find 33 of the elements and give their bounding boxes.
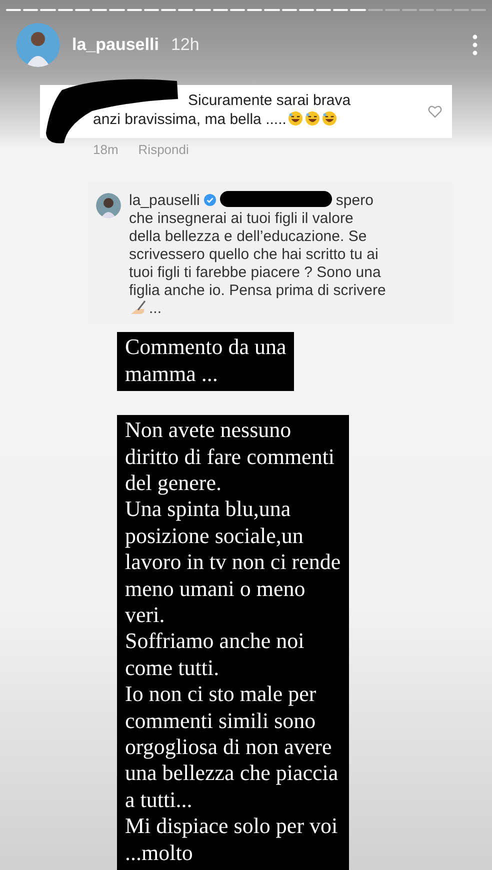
caption-line: Soffriamo anche noi <box>125 628 306 655</box>
writing-hand-icon <box>129 300 147 316</box>
caption-line: Io non ci sto male per <box>125 681 318 708</box>
comment-text: Sicuramente sarai brava anzi bravissima, ma bella ..... <box>93 91 352 130</box>
reply-link[interactable]: Rispondi <box>138 142 189 158</box>
caption-line: Mi dispiace solo per voi <box>125 813 339 840</box>
caption-line: Non avete nessuno <box>125 417 292 444</box>
comment-time: 18m <box>93 142 118 158</box>
caption-line: orgogliosa di non avere <box>125 734 333 760</box>
heart-icon[interactable] <box>428 105 442 118</box>
laughing-face-icon <box>305 111 320 126</box>
more-icon[interactable] <box>472 34 478 56</box>
caption-line: Commento da una <box>125 334 286 361</box>
post-time: 12h <box>170 35 200 55</box>
caption-line: ...molto <box>125 840 194 866</box>
caption-line: diritto di fare commenti <box>125 444 336 470</box>
caption-line: del genere. <box>125 470 222 496</box>
caption-line: a tutti... <box>125 786 194 814</box>
laughing-face-icon <box>288 111 304 126</box>
caption-line: commenti simili sono <box>125 708 317 734</box>
caption-line: veri. <box>125 602 166 628</box>
caption-line: Una spinta blu,una <box>125 496 292 523</box>
avatar[interactable] <box>96 193 121 218</box>
caption-line: meno umani o meno <box>125 576 306 602</box>
caption-line: una bellezza che piaccia <box>125 760 340 787</box>
caption-line: come tutti. <box>125 654 220 682</box>
avatar[interactable] <box>16 23 60 67</box>
caption-line: mamma ... <box>125 360 219 388</box>
caption-line: lavoro in tv non ci rende <box>125 549 341 576</box>
reply-text: la_pauselli spero che insegnerai ai tuoi figli il valore della bellezza e dell’educazione. Se scrivessero quello che hai scritto tu ai tuoi figli ti farebbe piacere ? Sono una figlia anche io. Pensa prima di scrivere ... <box>129 191 387 318</box>
laughing-face-icon <box>322 111 338 126</box>
caption-line: posizione sociale,un <box>125 522 304 550</box>
username[interactable]: la_pauselli <box>72 35 159 55</box>
